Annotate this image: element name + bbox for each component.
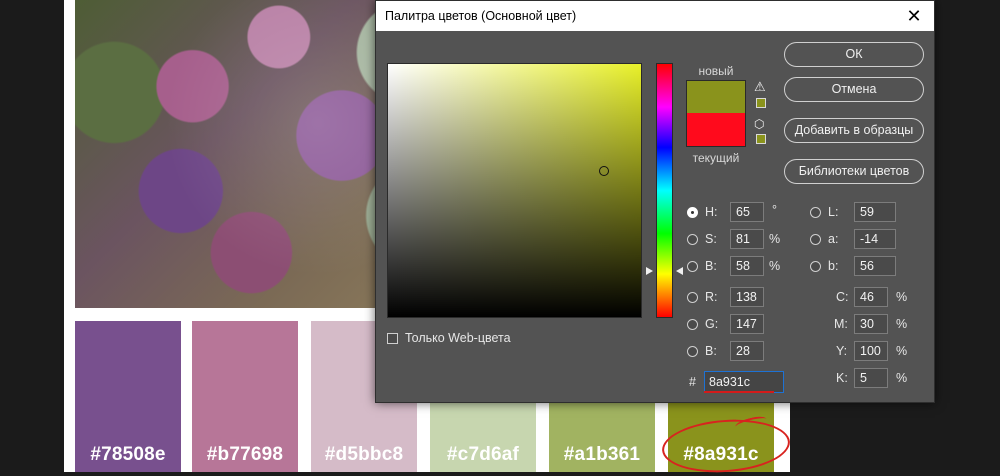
radio-b[interactable]: [687, 261, 698, 272]
b-label: B:: [705, 259, 717, 273]
k-input[interactable]: 5: [854, 368, 888, 388]
c-label: C:: [836, 290, 849, 304]
color-picker-handle[interactable]: [599, 166, 609, 176]
swatch-label: #b77698: [206, 444, 284, 465]
ok-button[interactable]: ОК: [784, 42, 924, 67]
new-color-label: новый: [698, 64, 734, 78]
blue-label: B:: [705, 344, 717, 358]
y-input[interactable]: 100: [854, 341, 888, 361]
hue-slider[interactable]: [656, 63, 673, 318]
color-libraries-button[interactable]: Библиотеки цветов: [784, 159, 924, 184]
radio-r[interactable]: [687, 292, 698, 303]
websafe-swatch[interactable]: [756, 134, 766, 144]
r-label: R:: [705, 290, 718, 304]
y-label: Y:: [836, 344, 848, 358]
m-input[interactable]: 30: [854, 314, 888, 334]
h-label: H:: [705, 205, 718, 219]
y-unit: %: [896, 344, 908, 358]
hex-input[interactable]: 8a931c: [704, 371, 784, 393]
h-input[interactable]: 65: [730, 202, 764, 222]
radio-blue[interactable]: [687, 346, 698, 357]
a-input[interactable]: -14: [854, 229, 896, 249]
s-label: S:: [705, 232, 717, 246]
radio-l[interactable]: [810, 207, 821, 218]
m-unit: %: [896, 317, 908, 331]
hex-underline: [704, 391, 774, 393]
b-unit: %: [769, 259, 781, 273]
swatch-label: #d5bbc8: [324, 444, 404, 465]
cube-icon[interactable]: ⬡: [754, 117, 768, 131]
h-unit: °: [772, 203, 777, 217]
swatch-label: #c7d6af: [446, 444, 520, 465]
k-unit: %: [896, 371, 908, 385]
hex-label: #: [689, 375, 696, 389]
c-input[interactable]: 46: [854, 287, 888, 307]
radio-h[interactable]: [687, 207, 698, 218]
r-input[interactable]: 138: [730, 287, 764, 307]
l-label: L:: [828, 205, 839, 219]
blue-input[interactable]: 28: [730, 341, 764, 361]
current-color-preview[interactable]: [686, 113, 746, 147]
g-label: G:: [705, 317, 719, 331]
s-input[interactable]: 81: [730, 229, 764, 249]
swatch-label: #78508e: [90, 444, 166, 465]
s-unit: %: [769, 232, 781, 246]
gamut-swatch[interactable]: [756, 98, 766, 108]
web-colors-only-label: Только Web-цвета: [405, 331, 511, 345]
hue-slider-arrow-right[interactable]: [676, 267, 683, 275]
dialog-title: Палитра цветов (Основной цвет): [385, 9, 577, 23]
hue-slider-arrow-left[interactable]: [646, 267, 653, 275]
swatch-2: #b77698: [192, 321, 298, 472]
k-label: K:: [836, 371, 848, 385]
radio-s[interactable]: [687, 234, 698, 245]
l-input[interactable]: 59: [854, 202, 896, 222]
c-unit: %: [896, 290, 908, 304]
lab-b-input[interactable]: 56: [854, 256, 896, 276]
a-label: a:: [828, 232, 839, 246]
title-bar: Палитра цветов (Основной цвет) ✕: [376, 1, 934, 31]
cancel-button[interactable]: Отмена: [784, 77, 924, 102]
swatch-1: #78508e: [75, 321, 181, 472]
radio-lab-b[interactable]: [810, 261, 821, 272]
web-colors-only-checkbox[interactable]: [387, 333, 398, 344]
close-icon[interactable]: ✕: [902, 4, 926, 28]
warning-icon[interactable]: ⚠: [754, 80, 768, 93]
m-label: M:: [834, 317, 848, 331]
radio-a[interactable]: [810, 234, 821, 245]
b-input[interactable]: 58: [730, 256, 764, 276]
add-to-swatches-button[interactable]: Добавить в образцы: [784, 118, 924, 143]
g-input[interactable]: 147: [730, 314, 764, 334]
new-color-preview: [686, 80, 746, 113]
saturation-brightness-field[interactable]: [387, 63, 642, 318]
radio-g[interactable]: [687, 319, 698, 330]
color-picker-dialog: Палитра цветов (Основной цвет) ✕ новый т…: [375, 0, 935, 403]
swatch-label: #a1b361: [563, 444, 641, 465]
current-color-label: текущий: [692, 151, 740, 165]
lab-b-label: b:: [828, 259, 839, 273]
